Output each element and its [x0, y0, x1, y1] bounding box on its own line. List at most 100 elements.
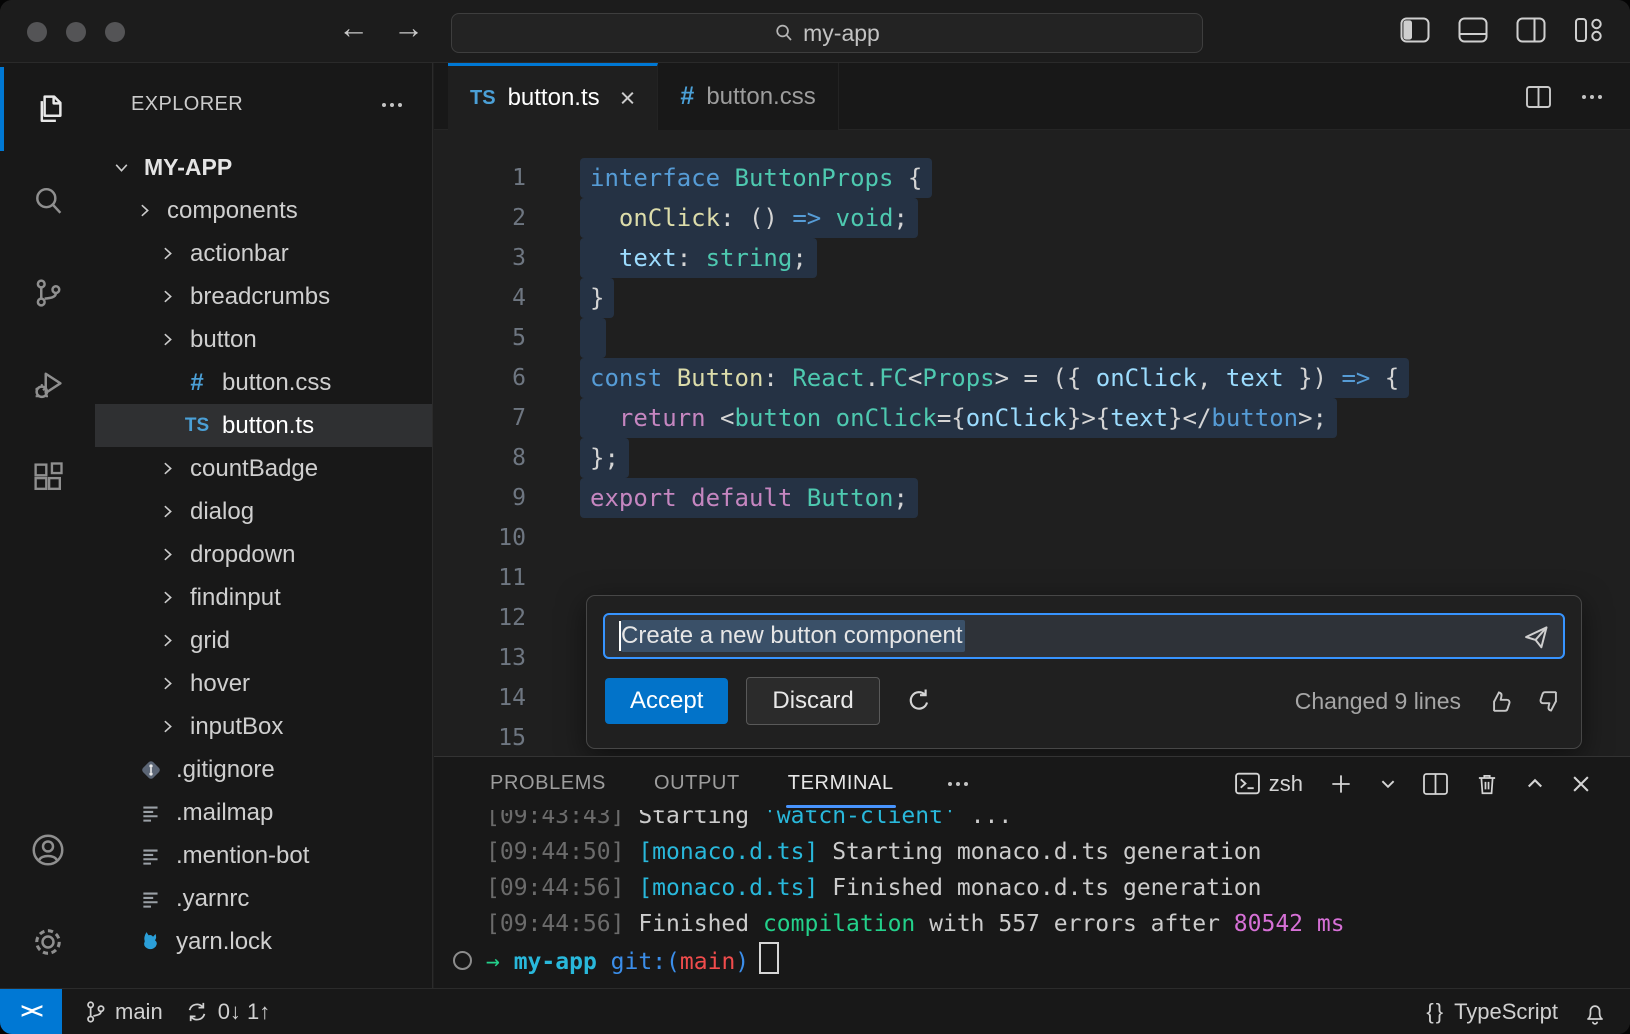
tree-item-breadcrumbs[interactable]: breadcrumbs	[95, 275, 432, 318]
code-line-7: 7 return <button onClick={onClick}>{text…	[434, 398, 1630, 438]
settings-button[interactable]	[0, 896, 95, 988]
thumbs-up-icon[interactable]	[1487, 688, 1514, 715]
zoom-window-button[interactable]	[105, 22, 125, 42]
tree-item-label: yarn.lock	[176, 928, 272, 956]
code-text: text: string;	[580, 238, 817, 278]
code-line-10: 10	[434, 518, 1630, 558]
remote-indicator[interactable]: ><	[0, 989, 62, 1034]
tree-item--gitignore[interactable]: .gitignore	[95, 748, 432, 791]
notifications-bell-icon[interactable]	[1582, 999, 1608, 1025]
terminal-line-1: [09:43:43] Starting 'watch-client' ...	[486, 810, 1630, 834]
chevron-right-icon	[159, 503, 176, 520]
extensions-icon	[30, 459, 66, 495]
code-line-5: 5	[434, 318, 1630, 358]
tree-item-dialog[interactable]: dialog	[95, 490, 432, 533]
line-number: 3	[434, 238, 526, 278]
terminal-prompt-line: → my-app git:(main)	[486, 942, 1630, 980]
code-editor[interactable]: 1interface ButtonProps {2 onClick: () =>…	[434, 130, 1630, 756]
line-number: 9	[434, 478, 526, 518]
tree-item-my-app[interactable]: MY-APP	[95, 146, 432, 189]
config-file-icon	[136, 887, 166, 911]
maximize-panel-chevron-icon[interactable]	[1525, 774, 1545, 794]
toggle-sidebar-icon[interactable]	[1400, 17, 1430, 43]
tree-item-button[interactable]: button	[95, 318, 432, 361]
thumbs-down-icon[interactable]	[1536, 688, 1563, 715]
sidebar-item-explorer[interactable]	[0, 63, 95, 155]
terminal-cursor	[759, 942, 779, 974]
chat-input[interactable]: Create a new button component	[603, 613, 1565, 659]
discard-button[interactable]: Discard	[746, 677, 879, 725]
tree-item-hover[interactable]: hover	[95, 662, 432, 705]
code-text: export default Button;	[580, 478, 918, 518]
sidebar-item-source-control[interactable]	[0, 247, 95, 339]
kill-terminal-trash-icon[interactable]	[1474, 771, 1500, 797]
new-terminal-icon[interactable]	[1328, 771, 1354, 797]
panel-tab-problems[interactable]: PROBLEMS	[490, 757, 606, 810]
code-text: };	[580, 438, 629, 478]
regenerate-icon[interactable]	[904, 686, 934, 716]
close-window-button[interactable]	[27, 22, 47, 42]
tab-button-ts[interactable]: TSbutton.ts×	[448, 63, 658, 130]
launch-profile-chevron-icon[interactable]	[1379, 775, 1397, 793]
close-panel-icon[interactable]	[1570, 773, 1592, 795]
tree-item--mailmap[interactable]: .mailmap	[95, 791, 432, 834]
split-editor-icon[interactable]	[1525, 85, 1552, 109]
editor-more-actions-icon[interactable]	[1582, 95, 1602, 99]
line-number: 4	[434, 278, 526, 318]
sync-status-item[interactable]: 0↓ 1↑	[185, 999, 271, 1025]
command-center-search[interactable]: my-app	[451, 13, 1203, 53]
explorer-more-actions-icon[interactable]	[382, 103, 402, 107]
code-text	[580, 318, 606, 358]
back-arrow-icon[interactable]: ←	[338, 10, 369, 46]
chevron-right-icon	[159, 331, 176, 348]
chevron-right-icon	[159, 718, 176, 735]
search-icon	[774, 23, 794, 43]
tree-item-actionbar[interactable]: actionbar	[95, 232, 432, 275]
tree-item-label: .yarnrc	[176, 885, 249, 913]
tree-item-findinput[interactable]: findinput	[95, 576, 432, 619]
line-number: 11	[434, 558, 526, 598]
tree-item-dropdown[interactable]: dropdown	[95, 533, 432, 576]
minimize-window-button[interactable]	[66, 22, 86, 42]
terminal-shell-selector[interactable]: zsh	[1234, 771, 1303, 797]
tree-item-grid[interactable]: grid	[95, 619, 432, 662]
command-decoration-icon[interactable]	[453, 951, 472, 970]
tree-item-countbadge[interactable]: countBadge	[95, 447, 432, 490]
sidebar-item-extensions[interactable]	[0, 431, 95, 523]
tree-item-inputbox[interactable]: inputBox	[95, 705, 432, 748]
tree-item--mention-bot[interactable]: .mention-bot	[95, 834, 432, 877]
files-icon	[30, 91, 66, 127]
close-tab-icon[interactable]: ×	[620, 85, 636, 112]
line-number: 6	[434, 358, 526, 398]
tree-item-button-ts[interactable]: TSbutton.ts	[95, 404, 432, 447]
status-bar: >< main 0↓ 1↑ {} TypeScript	[0, 988, 1630, 1034]
panel-tab-output[interactable]: OUTPUT	[654, 757, 740, 810]
toggle-secondary-sidebar-icon[interactable]	[1516, 17, 1546, 43]
branch-status-item[interactable]: main	[84, 999, 163, 1025]
account-button[interactable]	[0, 804, 95, 896]
tree-item-label: button	[190, 326, 257, 354]
split-terminal-icon[interactable]	[1422, 772, 1449, 796]
tab-button-css[interactable]: #button.css	[658, 63, 838, 130]
tree-item-components[interactable]: components	[95, 189, 432, 232]
sync-icon	[185, 1000, 209, 1024]
panel-tab-terminal[interactable]: TERMINAL	[788, 757, 894, 810]
tree-item--yarnrc[interactable]: .yarnrc	[95, 877, 432, 920]
toggle-panel-icon[interactable]	[1458, 17, 1488, 43]
accept-button[interactable]: Accept	[605, 678, 728, 724]
panel-more-actions-icon[interactable]	[948, 782, 968, 786]
tree-item-button-css[interactable]: #button.css	[95, 361, 432, 404]
code-text: interface ButtonProps {	[580, 158, 932, 198]
tree-item-yarn-lock[interactable]: yarn.lock	[95, 920, 432, 963]
send-icon[interactable]	[1521, 623, 1551, 651]
forward-arrow-icon[interactable]: →	[393, 10, 424, 46]
sidebar-item-search[interactable]	[0, 155, 95, 247]
terminal-viewport[interactable]: [09:43:43] Starting 'watch-client' ... [0…	[434, 810, 1630, 988]
customize-layout-icon[interactable]	[1574, 17, 1604, 43]
line-number: 14	[434, 678, 526, 718]
terminal-line-3: [09:44:56] [monaco.d.ts] Finished monaco…	[486, 870, 1630, 906]
code-line-6: 6const Button: React.FC<Props> = ({ onCl…	[434, 358, 1630, 398]
sidebar-item-run-and-debug[interactable]	[0, 339, 95, 431]
config-file-icon	[136, 801, 166, 825]
language-mode-item[interactable]: {} TypeScript	[1426, 999, 1558, 1025]
